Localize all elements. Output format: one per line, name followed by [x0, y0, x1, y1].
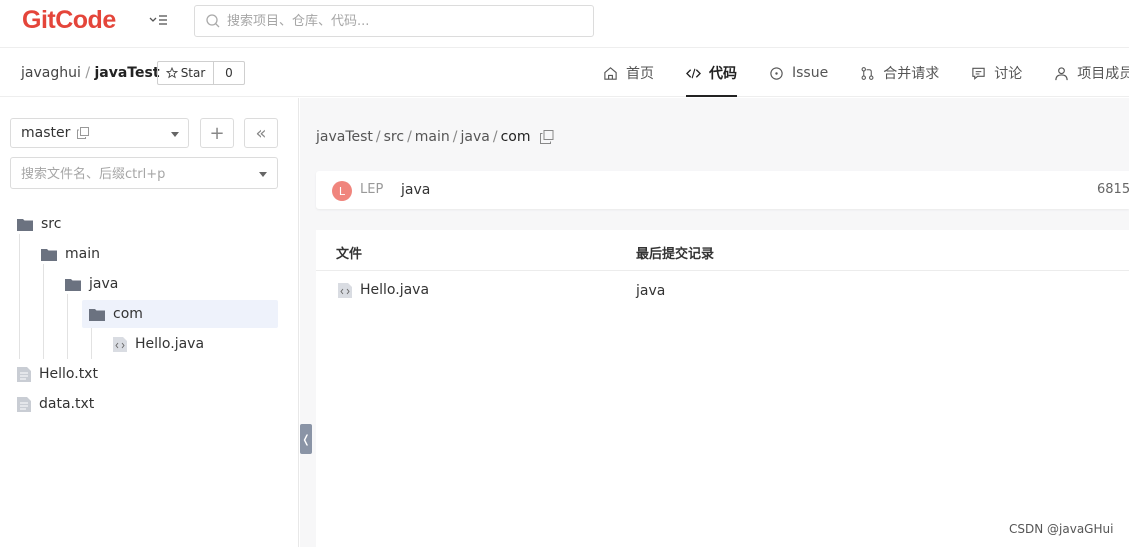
tab-issue[interactable]: Issue	[769, 49, 828, 97]
tree-guide	[19, 234, 20, 359]
column-header-last-commit: 最后提交记录	[636, 247, 715, 262]
copy-path-icon[interactable]	[540, 130, 554, 144]
tree-item-label: src	[41, 216, 62, 232]
folder-icon	[17, 218, 33, 231]
code-icon	[686, 68, 701, 78]
tab-issue-label: Issue	[792, 65, 829, 81]
top-bar: GitCode	[0, 0, 1129, 48]
file-table: 文件 最后提交记录 Hello.java java	[316, 230, 1129, 547]
tree-item-src[interactable]: src	[17, 210, 277, 238]
copy-icon[interactable]	[77, 127, 89, 139]
star-icon	[165, 67, 178, 79]
discussion-icon	[972, 67, 985, 80]
tree-item-label: Hello.txt	[39, 366, 98, 382]
tab-home-label: 首页	[626, 66, 654, 82]
folder-icon	[41, 248, 57, 261]
branch-select[interactable]: master	[10, 118, 189, 148]
merge-request-icon	[861, 66, 874, 80]
file-search-input[interactable]	[21, 164, 241, 184]
folder-icon	[65, 278, 81, 291]
latest-commit-bar: L LEP java 68159	[316, 171, 1129, 209]
tree-item-label: java	[89, 276, 119, 292]
gitcode-logo[interactable]: GitCode	[22, 6, 116, 35]
file-name[interactable]: Hello.java	[360, 282, 429, 298]
file-icon	[17, 396, 31, 412]
repo-nav: 首页 代码 Issue 合并请求 讨论 项目成员	[603, 49, 1129, 97]
repo-separator: /	[85, 65, 91, 81]
file-tree-sidebar: master + « src main java com Hello.java …	[0, 98, 299, 547]
branch-name: master	[21, 125, 71, 141]
tree-item-java[interactable]: java	[65, 270, 277, 298]
table-divider	[316, 270, 1129, 271]
breadcrumb-item[interactable]: main	[415, 129, 450, 145]
chevron-down-icon[interactable]	[259, 172, 267, 177]
file-last-commit[interactable]: java	[636, 283, 665, 299]
tab-members-label: 项目成员	[1077, 66, 1129, 82]
home-icon	[604, 66, 617, 80]
search-icon	[206, 14, 220, 28]
tree-guide	[67, 294, 68, 359]
tab-discussion[interactable]: 讨论	[971, 49, 1022, 97]
tab-merge-request-label: 合并请求	[883, 66, 940, 82]
tree-item-hello-java[interactable]: Hello.java	[113, 330, 277, 358]
tab-discussion-label: 讨论	[994, 66, 1023, 82]
tab-home[interactable]: 首页	[603, 49, 654, 97]
sidebar-collapse-handle[interactable]: ❬	[300, 424, 312, 454]
star-count[interactable]: 0	[214, 62, 244, 84]
star-action[interactable]: Star	[158, 62, 214, 84]
repo-header: javaghui / javaTest Star 0 首页 代码 Issue 合…	[0, 49, 1129, 97]
commit-hash[interactable]: 68159	[1097, 182, 1129, 197]
breadcrumb: javaTest / src / main / java / com	[316, 129, 554, 145]
add-button[interactable]: +	[200, 118, 234, 148]
tree-item-main[interactable]: main	[41, 240, 277, 268]
tree-item-label: Hello.java	[135, 336, 205, 352]
tab-code-label: 代码	[709, 66, 737, 82]
tree-item-label: main	[65, 246, 100, 262]
watermark: CSDN @javaGHui	[1009, 522, 1114, 536]
tree-item-data-txt[interactable]: data.txt	[17, 390, 277, 418]
star-button[interactable]: Star 0	[157, 61, 245, 85]
tree-item-hello-txt[interactable]: Hello.txt	[17, 360, 277, 388]
code-file-icon	[113, 336, 127, 352]
menu-toggle-icon[interactable]	[148, 12, 168, 32]
file-icon	[17, 366, 31, 382]
commit-message[interactable]: java	[401, 182, 430, 198]
breadcrumb-item[interactable]: src	[384, 129, 404, 145]
table-row-file[interactable]: Hello.java	[338, 282, 429, 298]
file-search[interactable]	[10, 157, 278, 189]
tree-guide	[91, 324, 92, 359]
tree-item-label: data.txt	[39, 396, 95, 412]
member-icon	[1055, 66, 1068, 80]
repo-name-link[interactable]: javaTest	[94, 65, 159, 81]
collapse-sidebar-button[interactable]: «	[244, 118, 278, 148]
commit-author[interactable]: LEP	[360, 182, 383, 197]
tree-guide	[43, 264, 44, 359]
chevron-down-icon	[171, 132, 179, 137]
main-content: javaTest / src / main / java / com L LEP jav…	[300, 98, 1129, 547]
issue-icon	[770, 66, 783, 80]
tab-code[interactable]: 代码	[686, 49, 737, 97]
tab-members[interactable]: 项目成员	[1054, 49, 1129, 97]
tab-merge-request[interactable]: 合并请求	[860, 49, 939, 97]
repo-owner-link[interactable]: javaghui	[21, 65, 81, 81]
column-header-file: 文件	[336, 247, 363, 262]
breadcrumb-item[interactable]: javaTest	[316, 129, 373, 145]
avatar[interactable]: L	[332, 181, 352, 201]
breadcrumb-item[interactable]: java	[461, 129, 490, 145]
folder-icon	[89, 308, 105, 321]
star-label: Star	[180, 66, 206, 80]
code-file-icon	[338, 282, 352, 298]
repo-path: javaghui / javaTest	[21, 65, 160, 81]
tree-item-com[interactable]: com	[82, 300, 278, 328]
tree-item-label: com	[113, 306, 143, 322]
search-input[interactable]	[227, 10, 577, 32]
global-search[interactable]	[194, 5, 594, 37]
breadcrumb-current: com	[500, 129, 531, 145]
